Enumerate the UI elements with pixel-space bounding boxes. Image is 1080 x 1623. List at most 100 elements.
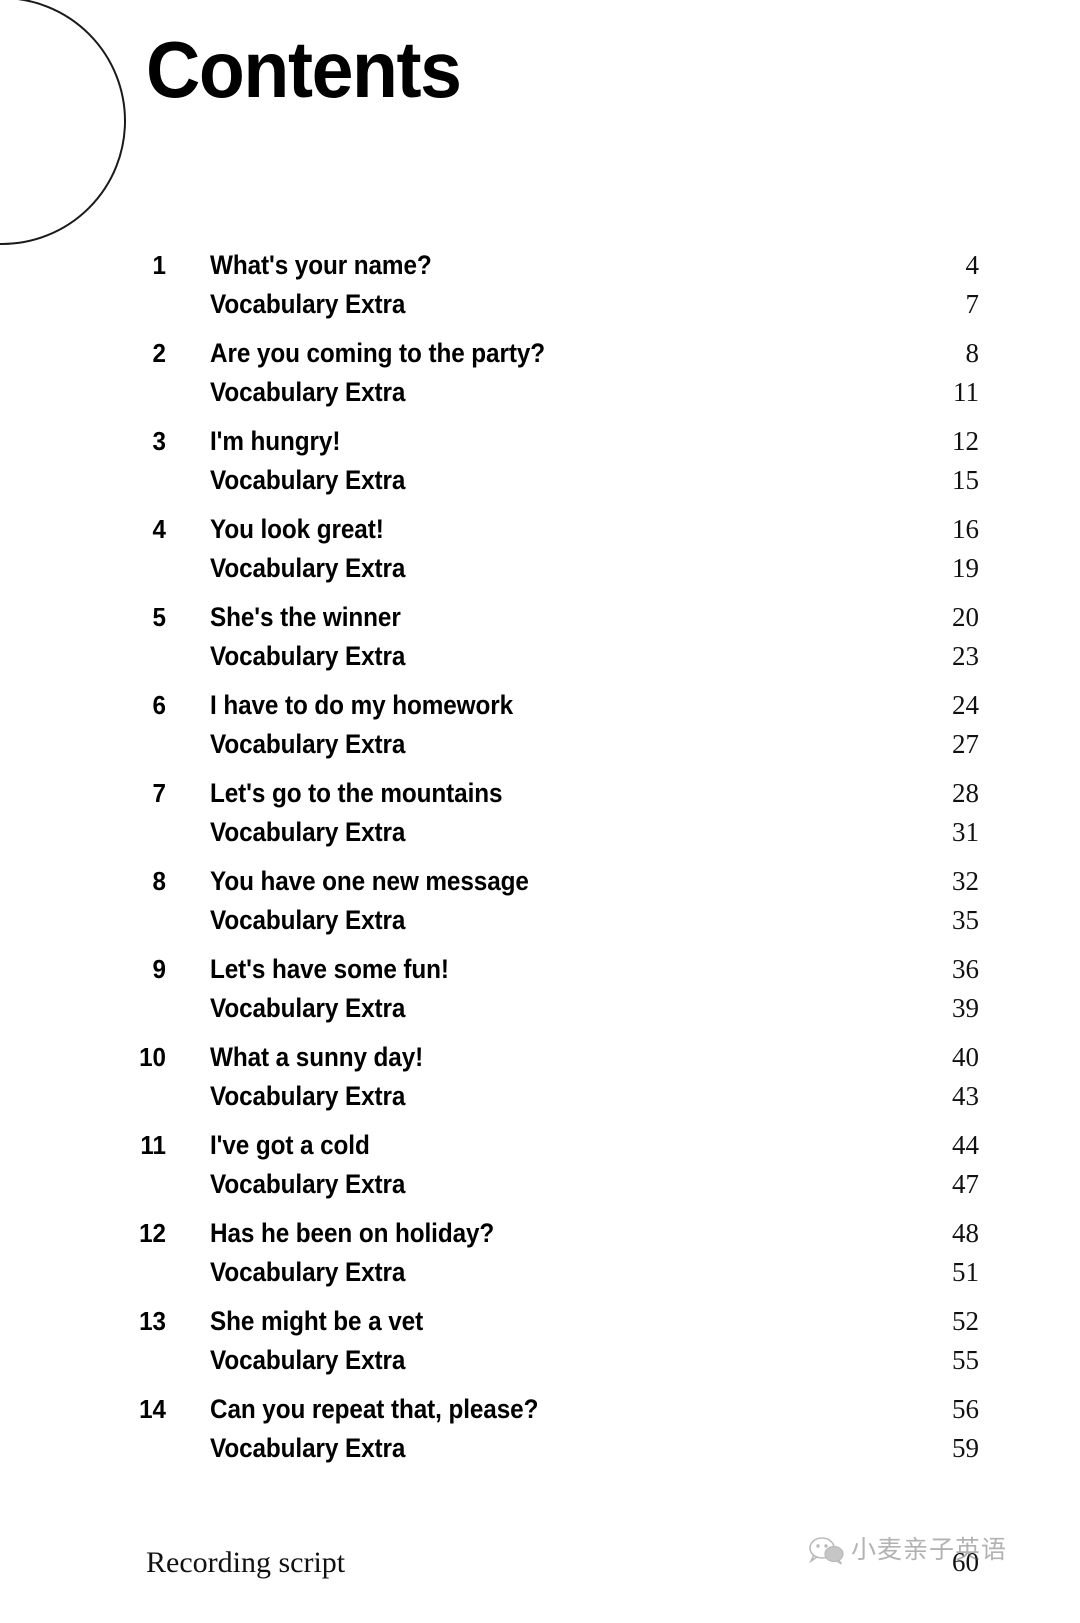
toc-entry-sub-line[interactable]: Vocabulary Extra 51 — [0, 1256, 1080, 1295]
toc-entry[interactable]: 14 Can you repeat that, please? 56 Vocabula… — [0, 1393, 1080, 1471]
toc-entry-sub-line[interactable]: Vocabulary Extra 31 — [0, 816, 1080, 855]
toc-unit-title[interactable]: Let's go to the mountains — [210, 777, 503, 810]
toc-unit-page-number: 16 — [952, 514, 979, 544]
toc-entry-main-line[interactable]: 13 She might be a vet 52 — [0, 1305, 1080, 1344]
toc-entry-main-line[interactable]: 10 What a sunny day! 40 — [0, 1041, 1080, 1080]
toc-sub-title[interactable]: Vocabulary Extra — [210, 376, 405, 409]
toc-entry-main-line[interactable]: 3 I'm hungry! 12 — [0, 425, 1080, 464]
toc-sub-title[interactable]: Vocabulary Extra — [210, 1344, 405, 1377]
toc-entry-main-line[interactable]: 7 Let's go to the mountains 28 — [0, 777, 1080, 816]
toc-unit-page-number: 4 — [965, 250, 980, 280]
toc-entry-main-line[interactable]: 9 Let's have some fun! 36 — [0, 953, 1080, 992]
toc-sub-page-number: 15 — [952, 465, 979, 495]
toc-entry-main-line[interactable]: 1 What's your name? 4 — [0, 249, 1080, 288]
toc-unit-number: 10 — [139, 1042, 166, 1072]
toc-unit-title[interactable]: You look great! — [210, 513, 384, 546]
toc-unit-page-number: 44 — [952, 1130, 979, 1160]
toc-unit-number: 12 — [139, 1218, 166, 1248]
toc-entry[interactable]: 5 She's the winner 20 Vocabulary Extra 23 — [0, 601, 1080, 679]
toc-unit-number: 1 — [152, 250, 166, 280]
toc-unit-page-number: 40 — [952, 1042, 979, 1072]
toc-sub-title[interactable]: Vocabulary Extra — [210, 816, 405, 849]
toc-entry-sub-line[interactable]: Vocabulary Extra 11 — [0, 376, 1080, 415]
toc-entry-main-line[interactable]: 14 Can you repeat that, please? 56 — [0, 1393, 1080, 1432]
toc-entry-sub-line[interactable]: Vocabulary Extra 7 — [0, 288, 1080, 327]
toc-sub-title[interactable]: Vocabulary Extra — [210, 552, 405, 585]
toc-unit-title[interactable]: What's your name? — [210, 249, 432, 282]
toc-sub-title[interactable]: Vocabulary Extra — [210, 904, 405, 937]
toc-sub-title[interactable]: Vocabulary Extra — [210, 1080, 405, 1113]
toc-unit-title[interactable]: Can you repeat that, please? — [210, 1393, 538, 1426]
toc-entry-main-line[interactable]: 12 Has he been on holiday? 48 — [0, 1217, 1080, 1256]
toc-entry-main-line[interactable]: 8 You have one new message 32 — [0, 865, 1080, 904]
recording-script-label[interactable]: Recording script — [146, 1543, 345, 1583]
toc-entry[interactable]: 11 I've got a cold 44 Vocabulary Extra 47 — [0, 1129, 1080, 1207]
toc-entry-sub-line[interactable]: Vocabulary Extra 59 — [0, 1432, 1080, 1471]
toc-sub-page-number: 35 — [952, 905, 979, 935]
toc-unit-page-number: 28 — [952, 778, 979, 808]
toc-unit-title[interactable]: She might be a vet — [210, 1305, 423, 1338]
toc-entry-main-line[interactable]: 5 She's the winner 20 — [0, 601, 1080, 640]
toc-unit-title[interactable]: Let's have some fun! — [210, 953, 449, 986]
toc-sub-page-number: 39 — [952, 993, 979, 1023]
toc-sub-page-number: 11 — [953, 377, 979, 407]
toc-unit-page-number: 32 — [952, 866, 979, 896]
toc-unit-page-number: 48 — [952, 1218, 979, 1248]
toc-unit-number: 2 — [152, 338, 166, 368]
toc-unit-number: 3 — [152, 426, 166, 456]
toc-entry-sub-line[interactable]: Vocabulary Extra 39 — [0, 992, 1080, 1031]
toc-entry-main-line[interactable]: 11 I've got a cold 44 — [0, 1129, 1080, 1168]
toc-unit-title[interactable]: You have one new message — [210, 865, 529, 898]
toc-entry-sub-line[interactable]: Vocabulary Extra 55 — [0, 1344, 1080, 1383]
toc-unit-title[interactable]: Has he been on holiday? — [210, 1217, 494, 1250]
toc-sub-page-number: 43 — [952, 1081, 979, 1111]
toc-entry[interactable]: 2 Are you coming to the party? 8 Vocabulary… — [0, 337, 1080, 415]
toc-sub-title[interactable]: Vocabulary Extra — [210, 464, 405, 497]
toc-sub-title[interactable]: Vocabulary Extra — [210, 728, 405, 761]
toc-unit-page-number: 52 — [952, 1306, 979, 1336]
toc-unit-number: 8 — [152, 866, 166, 896]
toc-entry-main-line[interactable]: 6 I have to do my homework 24 — [0, 689, 1080, 728]
toc-entry[interactable]: 1 What's your name? 4 Vocabulary Extra 7 — [0, 249, 1080, 327]
toc-entry-sub-line[interactable]: Vocabulary Extra 15 — [0, 464, 1080, 503]
toc-unit-title[interactable]: I've got a cold — [210, 1129, 370, 1162]
toc-entry[interactable]: 6 I have to do my homework 24 Vocabulary Ex… — [0, 689, 1080, 767]
toc-entry[interactable]: 7 Let's go to the mountains 28 Vocabulary E… — [0, 777, 1080, 855]
toc-sub-page-number: 55 — [952, 1345, 979, 1375]
toc-sub-title[interactable]: Vocabulary Extra — [210, 288, 405, 321]
toc-entry-sub-line[interactable]: Vocabulary Extra 19 — [0, 552, 1080, 591]
toc-entry-main-line[interactable]: 4 You look great! 16 — [0, 513, 1080, 552]
toc-unit-page-number: 12 — [952, 426, 979, 456]
toc-sub-page-number: 31 — [952, 817, 979, 847]
toc-entry[interactable]: 10 What a sunny day! 40 Vocabulary Extra 43 — [0, 1041, 1080, 1119]
toc-sub-title[interactable]: Vocabulary Extra — [210, 640, 405, 673]
toc-entry-sub-line[interactable]: Vocabulary Extra 47 — [0, 1168, 1080, 1207]
toc-entry-sub-line[interactable]: Vocabulary Extra 43 — [0, 1080, 1080, 1119]
table-of-contents: 1 What's your name? 4 Vocabulary Extra 7 2 Are… — [0, 249, 1080, 1481]
toc-sub-title[interactable]: Vocabulary Extra — [210, 992, 405, 1025]
toc-entry[interactable]: 4 You look great! 16 Vocabulary Extra 19 — [0, 513, 1080, 591]
toc-entry[interactable]: 9 Let's have some fun! 36 Vocabulary Extra 3… — [0, 953, 1080, 1031]
toc-entry[interactable]: 12 Has he been on holiday? 48 Vocabulary Ex… — [0, 1217, 1080, 1295]
toc-entry-main-line[interactable]: 2 Are you coming to the party? 8 — [0, 337, 1080, 376]
toc-unit-title[interactable]: Are you coming to the party? — [210, 337, 545, 370]
toc-sub-page-number: 19 — [952, 553, 979, 583]
toc-entry[interactable]: 13 She might be a vet 52 Vocabulary Extra 55 — [0, 1305, 1080, 1383]
toc-unit-page-number: 36 — [952, 954, 979, 984]
toc-entry[interactable]: 3 I'm hungry! 12 Vocabulary Extra 15 — [0, 425, 1080, 503]
toc-entry-sub-line[interactable]: Vocabulary Extra 27 — [0, 728, 1080, 767]
toc-unit-page-number: 20 — [952, 602, 979, 632]
toc-sub-title[interactable]: Vocabulary Extra — [210, 1256, 405, 1289]
toc-sub-title[interactable]: Vocabulary Extra — [210, 1432, 405, 1465]
toc-unit-number: 5 — [152, 602, 166, 632]
toc-entry[interactable]: 8 You have one new message 32 Vocabulary Ex… — [0, 865, 1080, 943]
toc-entry-sub-line[interactable]: Vocabulary Extra 35 — [0, 904, 1080, 943]
toc-unit-title[interactable]: What a sunny day! — [210, 1041, 423, 1074]
toc-unit-title[interactable]: I have to do my homework — [210, 689, 513, 722]
toc-unit-title[interactable]: She's the winner — [210, 601, 401, 634]
toc-sub-title[interactable]: Vocabulary Extra — [210, 1168, 405, 1201]
toc-entry-sub-line[interactable]: Vocabulary Extra 23 — [0, 640, 1080, 679]
toc-unit-number: 13 — [139, 1306, 166, 1336]
toc-unit-number: 7 — [152, 778, 166, 808]
toc-unit-title[interactable]: I'm hungry! — [210, 425, 340, 458]
